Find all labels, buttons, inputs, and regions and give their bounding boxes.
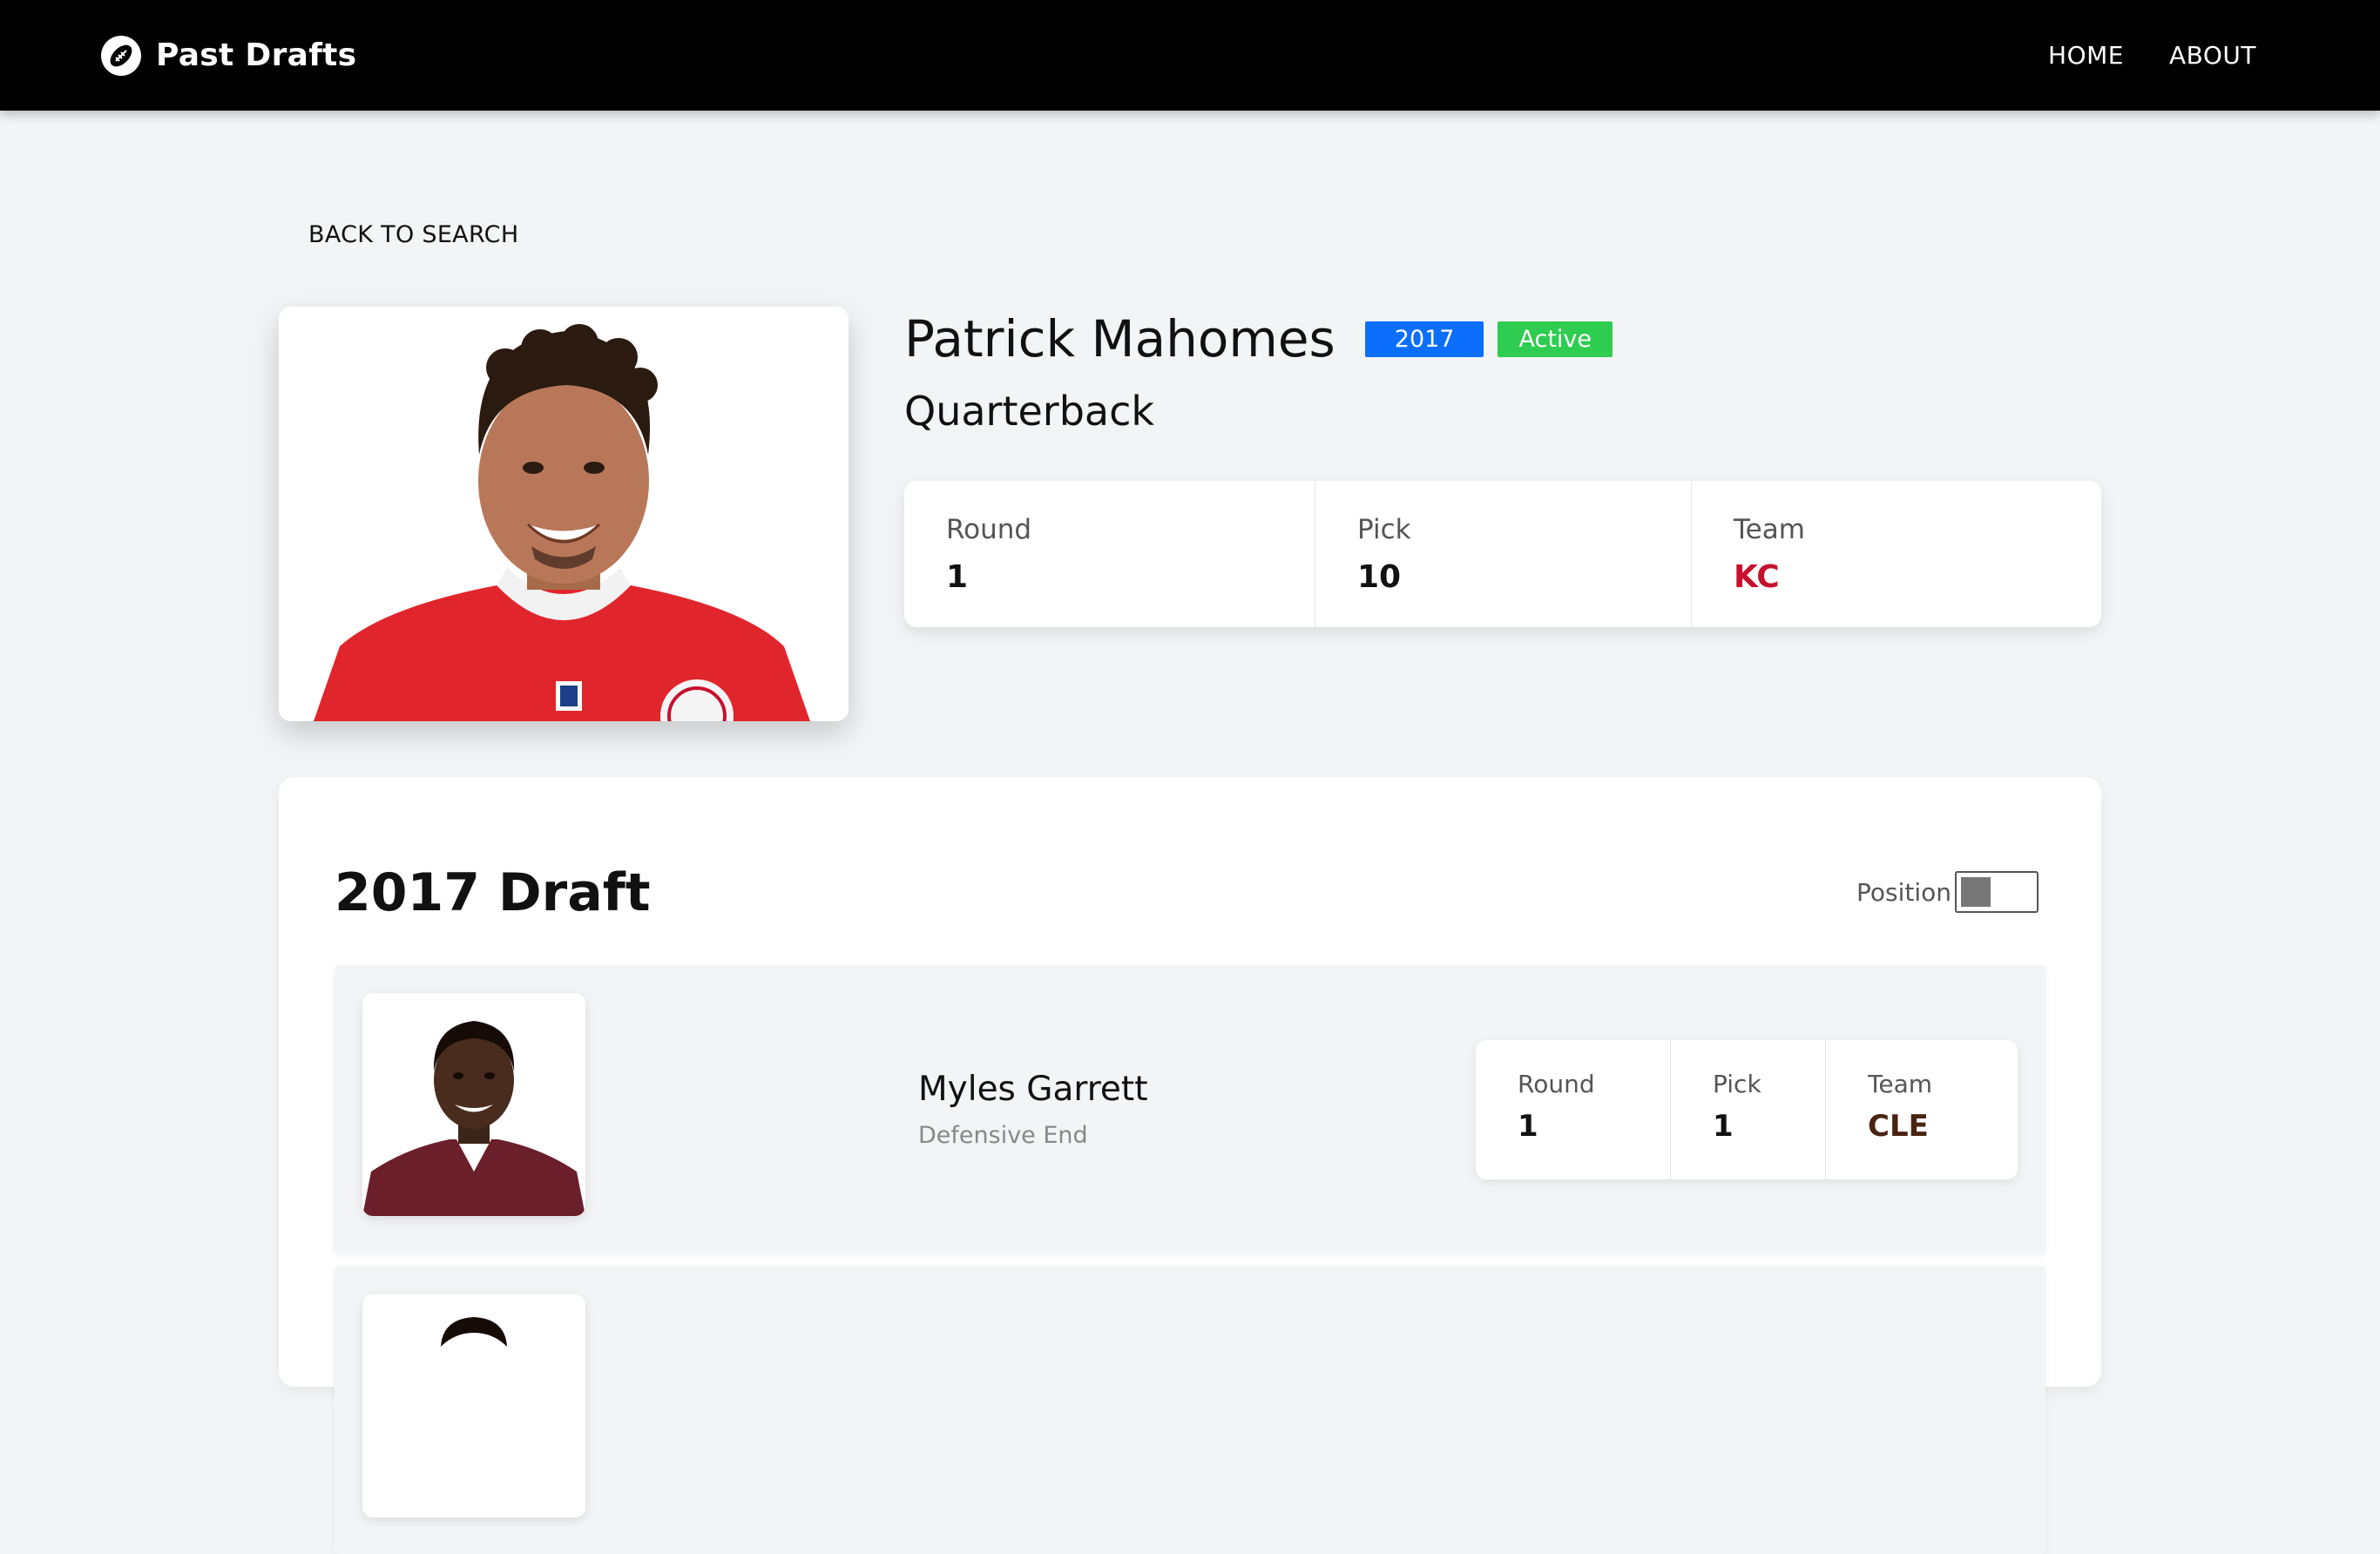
player-name: Patrick Mahomes bbox=[904, 309, 1335, 368]
pick-pick-value: 1 bbox=[1713, 1109, 1734, 1144]
brand-link[interactable]: Past Drafts bbox=[100, 35, 356, 77]
player-stats-card: Round 1 Pick 10 Team KC bbox=[904, 481, 2101, 627]
nav-links: HOME ABOUT bbox=[2048, 41, 2256, 70]
draft-pick-row[interactable]: Myles Garrett Defensive End Round 1 Pick… bbox=[335, 965, 2045, 1253]
status-badge: Active bbox=[1498, 321, 1613, 357]
pick-team-value: CLE bbox=[1868, 1109, 1929, 1144]
position-toggle[interactable] bbox=[1955, 871, 2039, 913]
pick-portrait-image bbox=[362, 1294, 585, 1517]
player-header: Patrick Mahomes 2017 Active bbox=[904, 309, 1613, 368]
team-label: Team bbox=[1734, 514, 1805, 545]
back-to-search-link[interactable]: BACK TO SEARCH bbox=[308, 221, 518, 248]
pick-stat: Pick 10 bbox=[1315, 481, 1692, 627]
player-position: Quarterback bbox=[904, 388, 1155, 435]
player-portrait-image bbox=[279, 307, 849, 721]
toggle-knob bbox=[1961, 877, 1991, 907]
brand-title: Past Drafts bbox=[156, 37, 357, 73]
round-label: Round bbox=[946, 514, 1032, 545]
draft-pick-row[interactable] bbox=[335, 1267, 2045, 1554]
toggle-label: Position bbox=[1856, 877, 1951, 907]
round-value: 1 bbox=[946, 559, 969, 595]
team-value: KC bbox=[1734, 559, 1780, 595]
pick-team-label: Team bbox=[1868, 1070, 1933, 1098]
pick-value: 10 bbox=[1357, 559, 1402, 595]
pick-photo bbox=[362, 993, 585, 1216]
year-badge: 2017 bbox=[1364, 321, 1484, 357]
pick-photo bbox=[362, 1294, 585, 1517]
position-toggle-row: Position bbox=[1856, 871, 2039, 913]
nav-about-link[interactable]: ABOUT bbox=[2169, 41, 2256, 70]
draft-title: 2017 Draft bbox=[335, 862, 651, 923]
pick-round-stat: Round 1 bbox=[1476, 1040, 1671, 1179]
team-stat: Team KC bbox=[1692, 481, 2101, 627]
pick-team-stat: Team CLE bbox=[1826, 1040, 2018, 1179]
pick-round-label: Round bbox=[1518, 1070, 1595, 1098]
draft-panel: 2017 Draft Position Myles Garrett Defens… bbox=[279, 777, 2101, 1554]
pick-round-value: 1 bbox=[1518, 1109, 1538, 1144]
pick-portrait-image bbox=[362, 993, 585, 1216]
navbar: Past Drafts HOME ABOUT bbox=[0, 0, 2380, 111]
pick-stats-card: Round 1 Pick 1 Team CLE bbox=[1476, 1040, 2018, 1179]
pick-player-position: Defensive End bbox=[918, 1122, 1088, 1149]
pick-pick-label: Pick bbox=[1713, 1070, 1761, 1098]
pick-pick-stat: Pick 1 bbox=[1671, 1040, 1826, 1179]
player-photo bbox=[279, 307, 849, 721]
nav-home-link[interactable]: HOME bbox=[2048, 41, 2124, 70]
pick-label: Pick bbox=[1357, 514, 1411, 545]
football-icon bbox=[101, 35, 141, 76]
round-stat: Round 1 bbox=[904, 481, 1315, 627]
pick-player-name: Myles Garrett bbox=[918, 1070, 1148, 1109]
